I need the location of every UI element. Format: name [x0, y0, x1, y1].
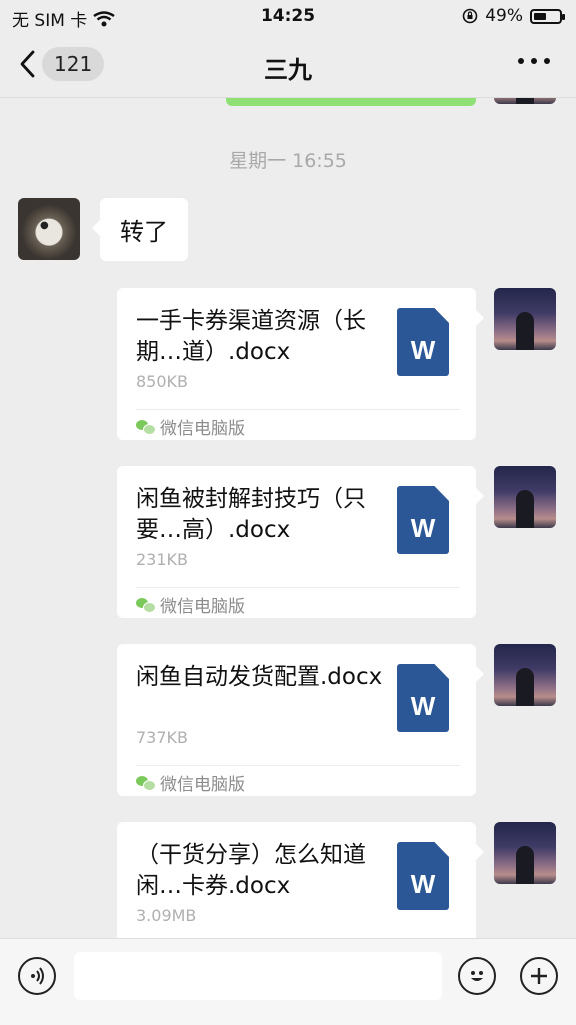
voice-input-button[interactable]	[18, 957, 56, 995]
my-avatar[interactable]	[494, 822, 556, 884]
card-divider	[136, 765, 460, 766]
file-name: （干货分享）怎么知道闲…卡券.docx	[136, 842, 366, 899]
file-message-card[interactable]: 闲鱼被封解封技巧（只要…高）.docx 231KB W 微信电脑版	[117, 466, 484, 618]
file-size: 3.09MB	[136, 906, 197, 925]
chat-area[interactable]: 星期一 16:55 转了 一手卡券渠道资源（长期…道）.docx 850KB W…	[0, 98, 576, 938]
rotation-lock-icon	[462, 8, 478, 24]
file-source: 微信电脑版	[136, 414, 245, 439]
voice-icon	[31, 967, 44, 985]
word-document-icon: W	[397, 486, 449, 554]
nav-bar: 121 三九	[0, 34, 576, 98]
word-document-icon: W	[397, 308, 449, 376]
file-source: 微信电脑版	[136, 592, 245, 617]
status-right: 49%	[462, 6, 565, 26]
file-name: 一手卡券渠道资源（长期…道）.docx	[136, 308, 366, 365]
message-timestamp: 星期一 16:55	[229, 150, 347, 172]
wechat-icon	[136, 597, 156, 613]
previous-sent-bubble[interactable]	[226, 98, 476, 106]
more-dot-icon	[518, 58, 524, 64]
wechat-icon	[136, 419, 156, 435]
my-avatar[interactable]	[494, 288, 556, 350]
file-name: 闲鱼自动发货配置.docx	[136, 664, 383, 690]
smiley-icon	[471, 971, 483, 981]
file-size: 231KB	[136, 550, 189, 569]
file-source-label: 微信电脑版	[160, 597, 245, 617]
more-features-button[interactable]	[520, 957, 558, 995]
file-message-card[interactable]: 一手卡券渠道资源（长期…道）.docx 850KB W 微信电脑版	[117, 288, 484, 440]
message-text: 转了	[120, 218, 168, 246]
my-avatar[interactable]	[494, 98, 556, 104]
more-options-button[interactable]	[518, 58, 550, 64]
battery-fill	[534, 12, 546, 20]
card-divider	[136, 587, 460, 588]
emoji-button[interactable]	[458, 957, 496, 995]
file-size: 850KB	[136, 372, 189, 391]
file-message-card[interactable]: （干货分享）怎么知道闲…卡券.docx 3.09MB W	[117, 822, 484, 938]
status-bar: 无 SIM 卡 14:25 49%	[0, 0, 576, 34]
file-name: 闲鱼被封解封技巧（只要…高）.docx	[136, 486, 366, 543]
file-source-label: 微信电脑版	[160, 775, 245, 795]
my-avatar[interactable]	[494, 466, 556, 528]
file-message-card[interactable]: 闲鱼自动发货配置.docx 737KB W 微信电脑版	[117, 644, 484, 796]
file-size: 737KB	[136, 728, 189, 747]
word-document-icon: W	[397, 664, 449, 732]
more-dot-icon	[531, 58, 537, 64]
card-divider	[136, 409, 460, 410]
message-input[interactable]	[74, 952, 442, 1000]
battery-icon	[530, 8, 565, 24]
contact-avatar[interactable]	[18, 198, 80, 260]
incoming-message-bubble[interactable]: 转了	[92, 198, 188, 261]
chat-title: 三九	[264, 56, 312, 84]
file-source-label: 微信电脑版	[160, 419, 245, 439]
wechat-icon	[136, 775, 156, 791]
more-dot-icon	[544, 58, 550, 64]
battery-percent: 49%	[485, 6, 523, 26]
file-source: 微信电脑版	[136, 770, 245, 795]
word-document-icon: W	[397, 842, 449, 910]
input-bar	[0, 938, 576, 1025]
plus-icon	[531, 968, 547, 984]
my-avatar[interactable]	[494, 644, 556, 706]
